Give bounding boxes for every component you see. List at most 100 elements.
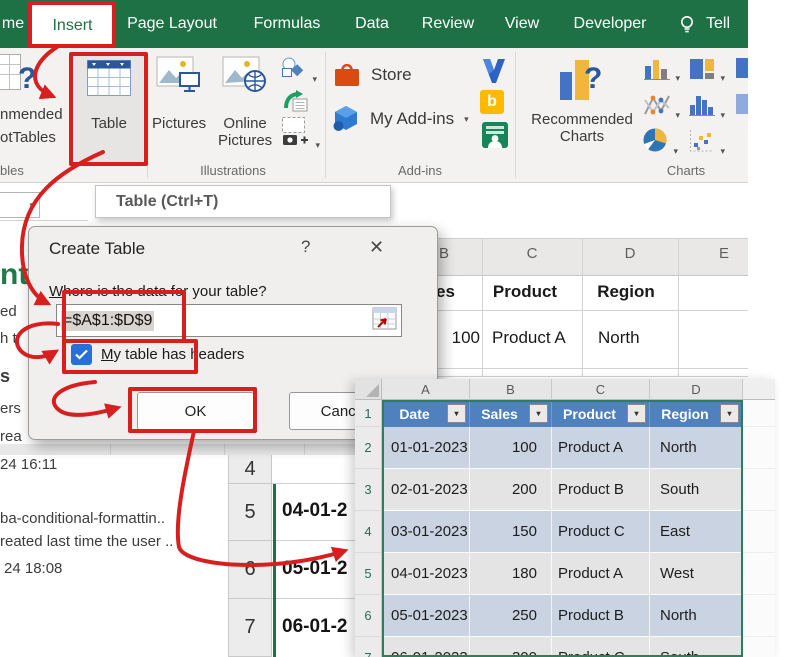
table-header-product[interactable]: Product ▾ [552,400,650,427]
row-header-3[interactable]: 3 [355,469,382,511]
cell-product[interactable]: Product C [552,511,650,553]
cell-region[interactable]: North [650,595,743,637]
tab-view[interactable]: View [498,0,546,48]
row-header-5[interactable]: 5 [355,553,382,595]
cell-product[interactable]: Product A [552,553,650,595]
bar-chart-button[interactable]: ▾ [688,57,725,86]
tab-tell-me[interactable]: Tell [698,0,738,48]
cell-product[interactable]: Product B [552,469,650,511]
tab-data[interactable]: Data [348,0,396,48]
column-chart-button[interactable]: ▾ [643,57,680,86]
cell-region[interactable]: West [650,553,743,595]
tab-developer[interactable]: Developer [562,0,658,48]
store-button[interactable]: Store [332,60,412,90]
row-header-1[interactable]: 1 [355,400,382,427]
row-header-2[interactable]: 2 [355,427,382,469]
visio-addin-icon[interactable] [482,58,506,89]
row-header-behind[interactable]: 5 [228,484,272,541]
table-button[interactable]: Table [75,52,143,164]
chart-button-sliver[interactable] [736,94,748,114]
select-all-corner[interactable] [355,379,382,400]
cell-date[interactable]: 05-01-2023 [382,595,470,637]
screenshot-button[interactable]: ▾ [281,116,320,153]
histogram-chart-button[interactable]: ▾ [688,92,725,123]
cell-region[interactable]: North [650,427,743,469]
shapes-button[interactable]: ▾ [280,56,317,87]
row-header-6[interactable]: 6 [355,595,382,637]
cell-region[interactable]: South [650,637,743,657]
recommended-pivottables-button[interactable]: nmended [0,106,63,123]
column-chart-caret[interactable]: ▾ [675,73,680,83]
tab-insert[interactable]: Insert [31,3,114,48]
bar-chart-caret[interactable]: ▾ [720,73,725,83]
line-chart-caret[interactable]: ▾ [675,110,680,120]
row-header-behind[interactable]: 4 [228,455,272,484]
cell-date[interactable]: 06-01-2023 [382,637,470,657]
scatter-chart-caret[interactable]: ▾ [720,146,725,156]
cell-sales[interactable]: 250 [470,595,552,637]
row-header-7[interactable]: 7 [355,637,382,657]
cell-product[interactable]: Product B [552,595,650,637]
column-header-e[interactable]: E [704,245,744,262]
online-pictures-button[interactable]: Online Pictures [218,56,272,149]
filter-icon[interactable]: ▾ [627,404,646,423]
smartart-button[interactable] [283,88,309,117]
name-box-fragment[interactable]: ▾ [0,192,40,218]
row-header-4[interactable]: 4 [355,511,382,553]
cell-region[interactable]: South [650,469,743,511]
recommended-pivottables-button[interactable]: otTables [0,129,56,146]
people-addin-icon[interactable] [482,122,508,153]
cell-sales[interactable]: 100 [470,427,552,469]
bing-addin-icon[interactable]: b [480,90,504,114]
cell-date[interactable]: 01-01-2023 [382,427,470,469]
cell-product[interactable]: Product C [552,637,650,657]
name-box-caret[interactable]: ▾ [29,200,34,210]
table-header-region[interactable]: Region ▾ [650,400,743,427]
cell-sales[interactable]: 300 [470,637,552,657]
row-header-behind[interactable]: 6 [228,541,272,599]
filter-icon[interactable]: ▾ [447,404,466,423]
my-addins-button[interactable]: My Add-ins ▾ [330,103,469,135]
column-header-d[interactable]: D [650,379,743,400]
filter-icon[interactable]: ▾ [529,404,548,423]
scatter-chart-button[interactable]: ▾ [688,128,725,159]
range-selector-icon[interactable] [372,307,397,335]
cell-sales[interactable]: 150 [470,511,552,553]
column-header-c[interactable]: C [552,379,650,400]
shapes-dropdown-caret[interactable]: ▾ [312,74,317,84]
range-input[interactable]: =$A$1:$D$9 [56,304,402,337]
cell-date[interactable]: 04-01-2023 [382,553,470,595]
tab-formulas[interactable]: Formulas [248,0,326,48]
table-header-date[interactable]: Date ▾ [382,400,470,427]
cell-date[interactable]: 03-01-2023 [382,511,470,553]
pictures-button[interactable]: Pictures [152,56,206,132]
column-header-c[interactable]: C [512,245,552,262]
cell-product[interactable]: Product A [552,427,650,469]
pie-chart-caret[interactable]: ▾ [673,146,678,156]
filter-icon[interactable]: ▾ [720,404,739,423]
close-icon[interactable]: ✕ [369,237,384,258]
column-header-d[interactable]: D [610,245,650,262]
column-header-b[interactable]: B [436,245,464,262]
cell-date[interactable]: 02-01-2023 [382,469,470,511]
column-header-b[interactable]: B [470,379,552,400]
pie-chart-button[interactable]: ▾ [641,126,678,159]
tab-page-layout[interactable]: Page Layout [120,0,224,48]
cell-region[interactable]: East [650,511,743,553]
screenshot-dropdown-caret[interactable]: ▾ [315,140,320,150]
help-icon[interactable]: ? [301,237,310,257]
cell-sales[interactable]: 200 [470,469,552,511]
my-addins-dropdown-caret[interactable]: ▾ [464,114,469,124]
histogram-chart-caret[interactable]: ▾ [720,110,725,120]
line-chart-button[interactable]: ▾ [643,92,680,123]
chart-button-sliver[interactable] [736,58,748,78]
tab-home-partial[interactable]: me [0,0,26,48]
tab-review[interactable]: Review [418,0,478,48]
cell-sales[interactable]: 180 [470,553,552,595]
headers-checkbox[interactable] [71,344,92,365]
recommended-charts-button[interactable]: ? Recommended Charts [522,56,642,145]
column-header-a[interactable]: A [382,379,470,400]
table-header-sales[interactable]: Sales ▾ [470,400,552,427]
headers-checkbox-label[interactable]: My table has headers [101,346,244,363]
row-header-behind[interactable]: 7 [228,599,272,657]
